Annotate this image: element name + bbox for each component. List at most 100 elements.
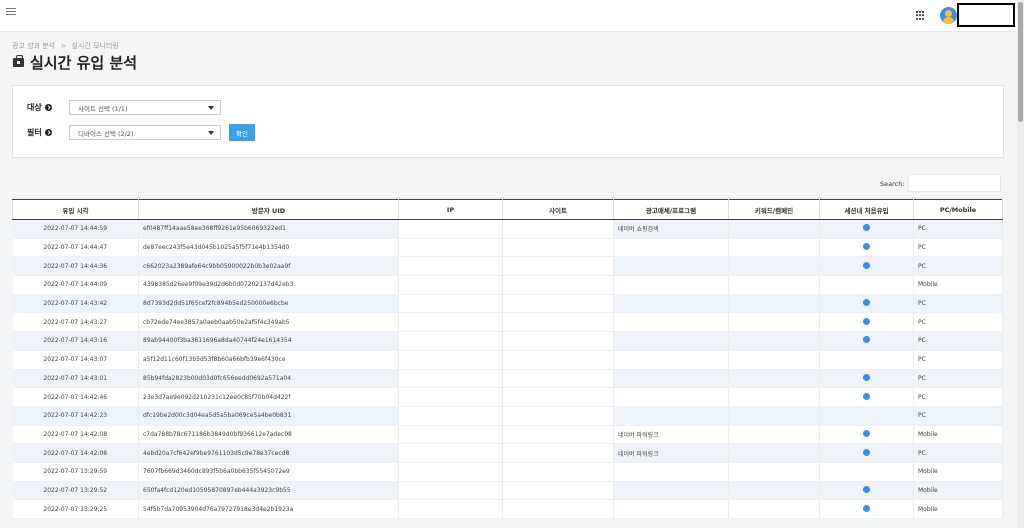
first-visit-cell xyxy=(819,443,914,463)
keyword-cell xyxy=(728,369,820,389)
ad-media-cell xyxy=(613,406,729,426)
visit-time-cell: 2022-07-07 14:43:07 xyxy=(12,350,139,370)
keyword-cell xyxy=(728,331,820,351)
ad-media-cell xyxy=(613,387,729,407)
site-cell xyxy=(502,238,614,258)
ad-media-cell xyxy=(613,256,729,277)
dropdown-arrow-icon xyxy=(208,131,214,135)
site-cell xyxy=(502,499,614,519)
column-header[interactable]: 유입 시각 xyxy=(12,199,139,220)
column-header[interactable]: 세션내 처음유입 xyxy=(819,199,914,220)
table-row[interactable]: 2022-07-07 13:29:25 54f5b7da70953904d76a7… xyxy=(12,499,1003,519)
breadcrumb-item[interactable]: 실시간 모니터링 xyxy=(71,42,118,50)
filter-row: 필터 디바이스 선택 (2/2) 확인 xyxy=(27,124,255,141)
site-cell xyxy=(502,256,614,277)
first-visit-dot-icon xyxy=(863,373,870,381)
search-input[interactable] xyxy=(908,174,1001,192)
first-visit-cell xyxy=(819,275,914,295)
site-cell xyxy=(502,275,614,295)
scrollbar-thumb[interactable] xyxy=(1018,2,1023,122)
ad-media-cell xyxy=(613,350,729,370)
site-cell xyxy=(502,350,614,370)
first-visit-cell xyxy=(819,294,914,314)
visit-time-cell: 2022-07-07 14:42:08 xyxy=(12,425,139,445)
visit-time-cell: 2022-07-07 14:43:01 xyxy=(12,369,139,389)
device-cell: PC xyxy=(913,331,1003,351)
table-row[interactable]: 2022-07-07 13:29:52 650fa4fcd120ed1059587… xyxy=(12,481,1003,501)
column-header[interactable]: IP xyxy=(398,199,503,220)
keyword-cell xyxy=(728,256,820,277)
ip-cell xyxy=(398,499,503,519)
table-row[interactable]: 2022-07-07 14:43:07 a5f12d11c60f13b5d53f8… xyxy=(12,350,1003,370)
keyword-cell xyxy=(728,499,820,519)
column-header[interactable]: 사이트 xyxy=(502,199,614,220)
column-header[interactable]: 방문자 UID xyxy=(138,199,399,220)
target-label: 대상 xyxy=(27,102,69,113)
table-row[interactable]: 2022-07-07 14:42:08 4ebd20a7cf642ef9be976… xyxy=(12,443,1003,463)
first-visit-cell xyxy=(819,312,914,333)
device-cell: PC xyxy=(913,294,1003,314)
chevron-right-circle-icon xyxy=(44,129,52,136)
table-row[interactable]: 2022-07-07 13:29:59 7607fb669d3460dc893f5… xyxy=(12,462,1003,482)
column-header[interactable]: PC/Mobile xyxy=(913,199,1003,220)
device-select[interactable]: 디바이스 선택 (2/2) xyxy=(69,125,221,140)
confirm-button[interactable]: 확인 xyxy=(229,124,255,141)
table-row[interactable]: 2022-07-07 14:43:01 85b94fda2823b00d03d0f… xyxy=(12,369,1003,389)
first-visit-cell xyxy=(819,406,914,426)
visitor-uid-cell: 54f5b7da70953904d76a79727918e3d4e2b1923a xyxy=(138,499,399,519)
table-row[interactable]: 2022-07-07 14:42:08 c7da788b78c671186b384… xyxy=(12,425,1003,445)
device-cell: Mobile xyxy=(913,275,1003,295)
visit-time-cell: 2022-07-07 13:29:25 xyxy=(12,499,139,519)
table-row[interactable]: 2022-07-07 14:42:46 23e3d7ae9e092d210231c… xyxy=(12,387,1003,407)
column-header[interactable]: 키워드/캠페인 xyxy=(728,199,820,220)
user-avatar-icon[interactable] xyxy=(940,7,957,24)
visit-time-cell: 2022-07-07 13:29:59 xyxy=(12,462,139,482)
ad-media-cell xyxy=(613,331,729,351)
device-cell: PC xyxy=(913,238,1003,258)
keyword-cell xyxy=(728,219,820,239)
keyword-cell xyxy=(728,481,820,501)
site-cell xyxy=(502,481,614,501)
table-row[interactable]: 2022-07-07 14:43:27 cb72ede74ee3857a0aeb0… xyxy=(12,312,1003,333)
table-row[interactable]: 2022-07-07 14:44:09 4398385d26ee9f09e39d2… xyxy=(12,275,1003,295)
table-row[interactable]: 2022-07-07 14:44:59 ef0487ff14aae58ee368f… xyxy=(12,219,1003,239)
device-cell: Mobile xyxy=(913,462,1003,482)
table-row[interactable]: 2022-07-07 14:44:36 c662023a2389afe64c9bb… xyxy=(12,256,1003,277)
ad-media-cell xyxy=(613,238,729,258)
grid-icon[interactable] xyxy=(916,11,925,20)
ad-media-cell xyxy=(613,462,729,482)
first-visit-cell xyxy=(819,387,914,407)
table-row[interactable]: 2022-07-07 14:43:42 8d7393d2dd51f65cef2fc… xyxy=(12,294,1003,314)
keyword-cell xyxy=(728,425,820,445)
hamburger-icon[interactable] xyxy=(6,8,16,18)
target-label-text: 대상 xyxy=(27,103,42,112)
first-visit-cell xyxy=(819,350,914,370)
site-select[interactable]: 사이트 선택 (1/1) xyxy=(69,100,221,115)
first-visit-dot-icon xyxy=(863,392,870,400)
device-cell: PC xyxy=(913,350,1003,370)
filter-panel: 대상 사이트 선택 (1/1) 필터 디바이스 선택 (2/2) 확인 xyxy=(12,85,1004,158)
chevron-right-circle-icon xyxy=(44,104,52,111)
visitor-uid-cell: cb72ede74ee3857a0aeb0aab50e2af5f4c349ab5 xyxy=(138,312,399,333)
site-cell xyxy=(502,219,614,239)
page-title: 실시간 유입 분석 xyxy=(30,54,138,72)
table-row[interactable]: 2022-07-07 14:44:47 de87eec243f5e43d045b1… xyxy=(12,238,1003,258)
ip-cell xyxy=(398,294,503,314)
page-header: 실시간 유입 분석 xyxy=(13,52,137,73)
site-select-value: 사이트 선택 (1/1) xyxy=(78,104,128,113)
site-cell xyxy=(502,443,614,463)
visitor-uid-cell: de87eec243f5e43d045b1025a5f5f71e4b1354d0 xyxy=(138,238,399,258)
breadcrumb-separator: > xyxy=(60,42,67,50)
ip-cell xyxy=(398,238,503,258)
visit-time-cell: 2022-07-07 14:44:36 xyxy=(12,256,139,277)
ip-cell xyxy=(398,219,503,239)
ip-cell xyxy=(398,462,503,482)
breadcrumb-item[interactable]: 광고 성과 분석 xyxy=(12,42,55,50)
table-row[interactable]: 2022-07-07 14:42:23 dfc19be2d00c3d04ea5d5… xyxy=(12,406,1003,426)
table-row[interactable]: 2022-07-07 14:43:16 89ab94400f3ba3611696a… xyxy=(12,331,1003,351)
ip-cell xyxy=(398,387,503,407)
first-visit-cell xyxy=(819,219,914,239)
user-name-box[interactable] xyxy=(957,3,1015,27)
column-header[interactable]: 광고매체/프로그램 xyxy=(613,199,729,220)
visit-time-cell: 2022-07-07 14:44:59 xyxy=(12,219,139,239)
